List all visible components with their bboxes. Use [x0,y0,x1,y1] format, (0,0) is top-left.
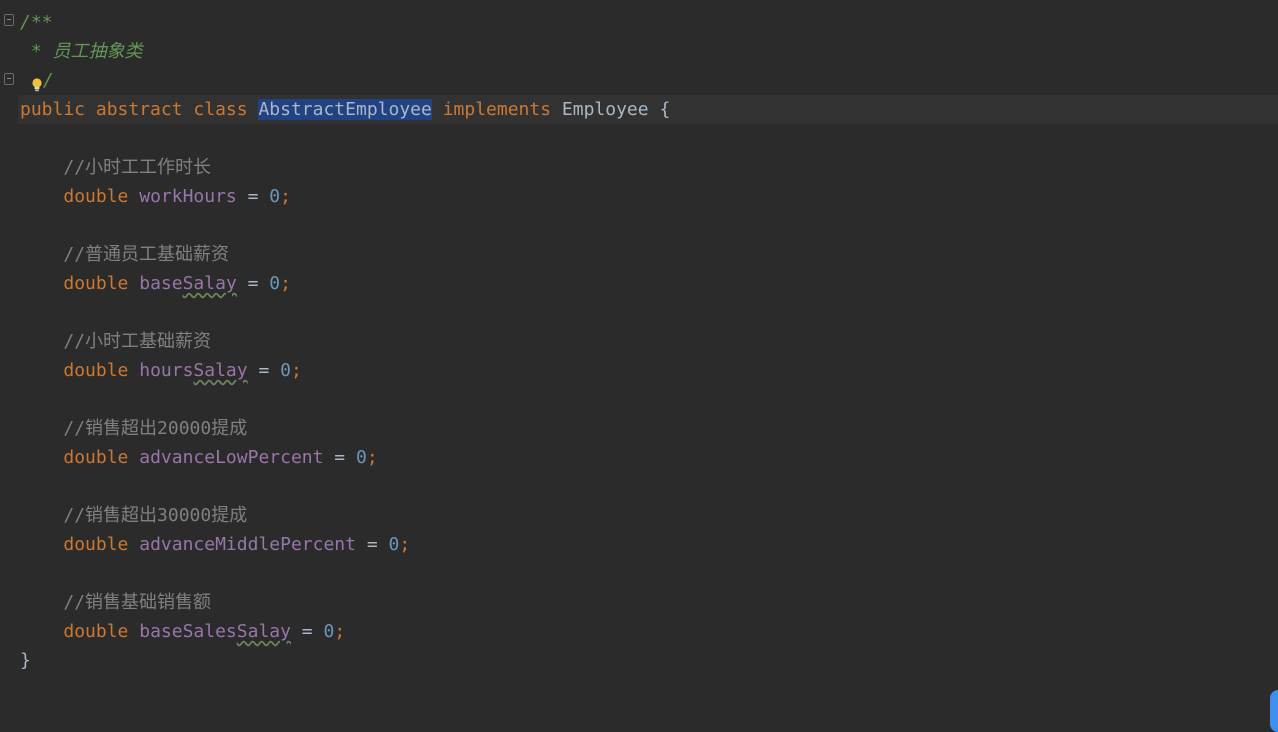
field-assign: = [236,186,270,207]
interface-name[interactable]: Employee [562,99,649,120]
field-assign: = [236,273,270,294]
semicolon: ; [399,534,411,555]
field-value: 0 [388,534,400,555]
field-comment-line[interactable]: //小时工工作时长 [20,153,211,182]
field-name[interactable]: advanceLowPercent [139,447,323,468]
field-declaration-line[interactable]: double hoursSalay = 0; [20,356,302,385]
fold-icon[interactable] [4,14,14,26]
field-comment: //销售超出20000提成 [63,418,248,439]
field-comment-line[interactable]: //销售超出30000提成 [20,501,247,530]
field-type: double [63,186,129,207]
field-comment: //小时工工作时长 [63,157,212,178]
field-declaration-line[interactable]: double workHours = 0; [20,182,291,211]
semicolon: ; [366,447,378,468]
field-assign: = [247,360,281,381]
semicolon: ; [280,273,291,294]
field-name[interactable]: hours [139,360,193,381]
field-type: double [63,273,129,294]
field-name-typo[interactable]: Salay [193,360,247,381]
field-value: 0 [269,186,281,207]
field-comment-line[interactable]: //小时工基础薪资 [20,327,211,356]
javadoc-open: /** [20,12,53,33]
field-name-typo[interactable]: Salay [183,273,237,294]
field-name[interactable]: base [139,273,182,294]
field-declaration-line[interactable]: double advanceMiddlePercent = 0; [20,530,410,559]
keyword-implements: implements [442,99,552,120]
class-name-selected[interactable]: AbstractEmployee [258,99,432,120]
keyword-class: class [193,99,248,120]
field-value: 0 [355,447,367,468]
field-value: 0 [269,273,281,294]
javadoc-open-line[interactable]: /** [20,8,53,37]
javadoc-text: * 员工抽象类 [20,41,143,62]
field-comment-line[interactable]: //销售基础销售额 [20,588,211,617]
brace-close: } [20,650,31,671]
javadoc-close: / [42,70,54,91]
class-close-line[interactable]: } [20,646,31,675]
field-assign: = [290,621,324,642]
field-assign: = [355,534,389,555]
field-comment-line[interactable]: //普通员工基础薪资 [20,240,229,269]
field-type: double [63,360,129,381]
semicolon: ; [334,621,346,642]
fold-icon[interactable] [4,73,14,85]
field-comment-line[interactable]: //销售超出20000提成 [20,414,247,443]
field-value: 0 [280,360,291,381]
javadoc-text-line[interactable]: * 员工抽象类 [20,37,143,66]
semicolon: ; [290,360,302,381]
field-comment: //销售超出30000提成 [63,505,248,526]
class-declaration-line[interactable]: public abstract class AbstractEmployee i… [20,95,670,124]
javadoc-close-line[interactable]: / [20,66,54,95]
field-declaration-line[interactable]: double baseSalay = 0; [20,269,291,298]
field-declaration-line[interactable]: double advanceLowPercent = 0; [20,443,378,472]
lightbulb-icon[interactable] [31,72,43,92]
field-name[interactable]: baseSales [139,621,237,642]
field-comment: //普通员工基础薪资 [63,244,230,265]
field-declaration-line[interactable]: double baseSalesSalay = 0; [20,617,345,646]
scrollbar-thumb[interactable] [1270,690,1278,732]
field-type: double [63,621,129,642]
keyword-public: public [20,99,86,120]
editor-gutter[interactable] [0,0,18,732]
field-name[interactable]: workHours [139,186,237,207]
code-editor[interactable]: /** * 员工抽象类 / public abstract class Abst… [0,0,1278,732]
field-comment: //销售基础销售额 [63,592,212,613]
field-value: 0 [323,621,335,642]
keyword-abstract: abstract [95,99,183,120]
field-assign: = [323,447,356,468]
field-name[interactable]: advanceMiddlePercent [139,534,356,555]
field-type: double [63,534,129,555]
field-name-typo[interactable]: Salay [237,621,291,642]
brace-open: { [648,99,671,120]
field-type: double [63,447,129,468]
semicolon: ; [280,186,291,207]
field-comment: //小时工基础薪资 [63,331,212,352]
